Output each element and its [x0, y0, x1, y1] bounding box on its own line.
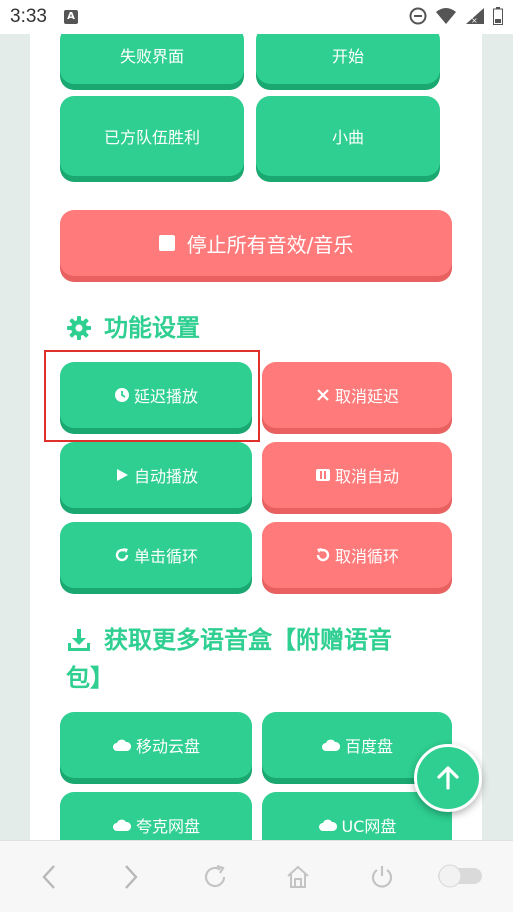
download-icon [68, 629, 90, 651]
battery-icon [493, 7, 503, 25]
forward-button[interactable] [114, 860, 148, 894]
notification-icon: A [64, 10, 78, 24]
signal-icon: × [466, 8, 484, 25]
cloud-icon [321, 739, 341, 751]
button-label: 取消自动 [334, 467, 399, 486]
button-label: 停止所有音效/音乐 [186, 232, 354, 257]
cancel-loop-button[interactable]: 取消循环 [262, 522, 452, 588]
cancel-auto-button[interactable]: 取消自动 [262, 442, 452, 508]
scroll-to-top-button[interactable] [414, 744, 482, 812]
quark-pan-button[interactable]: 夸克网盘 [60, 792, 252, 840]
button-label: 取消延迟 [334, 387, 399, 406]
download-title-text: 获取更多语音盒【附赠语音 [104, 622, 392, 658]
chevron-left-icon [42, 865, 55, 889]
button-label: 小曲 [331, 128, 364, 147]
cancel-delay-button[interactable]: 取消延迟 [262, 362, 452, 428]
chevron-right-icon [125, 865, 138, 889]
home-icon [287, 865, 309, 888]
play-icon [116, 469, 128, 481]
gear-icon [67, 316, 91, 340]
button-label: 百度盘 [344, 737, 393, 756]
auto-play-button[interactable]: 自动播放 [60, 442, 252, 508]
download-title-line1: 获取更多语音盒【附赠语音 [104, 626, 392, 654]
dnd-icon [409, 7, 427, 25]
close-icon [317, 389, 329, 401]
sound-button-tune[interactable]: 小曲 [256, 96, 440, 176]
button-label: 夸克网盘 [135, 817, 200, 836]
undo-icon [316, 548, 330, 562]
button-label: UC网盘 [341, 817, 397, 836]
stop-icon [158, 235, 175, 251]
status-bar: 3:33 A × [0, 0, 513, 34]
download-title-line2: 包】 [66, 664, 114, 692]
redo-icon [115, 548, 129, 562]
button-label: 单击循环 [133, 547, 198, 566]
pause-icon [315, 469, 330, 481]
button-label: 失败界面 [119, 47, 184, 66]
download-section-title: 获取更多语音盒【附赠语音 [66, 622, 426, 658]
cloud-icon [112, 819, 132, 831]
refresh-button[interactable] [198, 860, 232, 894]
button-label: 取消循环 [334, 547, 399, 566]
section-title-text: 功能设置 [104, 314, 200, 342]
mobile-cloud-button[interactable]: 移动云盘 [60, 712, 252, 778]
refresh-icon [204, 864, 226, 888]
single-loop-button[interactable]: 单击循环 [60, 522, 252, 588]
back-button[interactable] [32, 860, 66, 894]
cloud-icon [112, 739, 132, 751]
home-button[interactable] [281, 860, 315, 894]
status-time: 3:33 [10, 6, 47, 27]
system-icons: × [409, 7, 503, 25]
highlight-box [44, 350, 260, 442]
button-label: 移动云盘 [135, 737, 200, 756]
wifi-icon [436, 8, 456, 24]
sound-button-fail-screen[interactable]: 失败界面 [60, 34, 244, 84]
stop-all-button[interactable]: 停止所有音效/音乐 [60, 210, 452, 276]
button-label: 自动播放 [133, 467, 198, 486]
cloud-icon [318, 819, 337, 831]
night-mode-toggle[interactable] [436, 862, 484, 890]
web-page[interactable]: 失败界面 开始 已方队伍胜利 小曲 停止所有音效/音乐 功能设置 延迟播放 取消… [0, 34, 513, 840]
settings-section-title: 功能设置 [66, 310, 200, 346]
power-icon [371, 866, 393, 888]
arrow-up-icon [437, 766, 459, 790]
power-button[interactable] [365, 860, 399, 894]
sound-button-start[interactable]: 开始 [256, 34, 440, 84]
svg-text:×: × [471, 16, 478, 25]
button-label: 已方队伍胜利 [103, 128, 200, 147]
sound-button-team-win[interactable]: 已方队伍胜利 [60, 96, 244, 176]
button-label: 开始 [331, 47, 364, 66]
toggle-switch-icon [438, 864, 482, 888]
